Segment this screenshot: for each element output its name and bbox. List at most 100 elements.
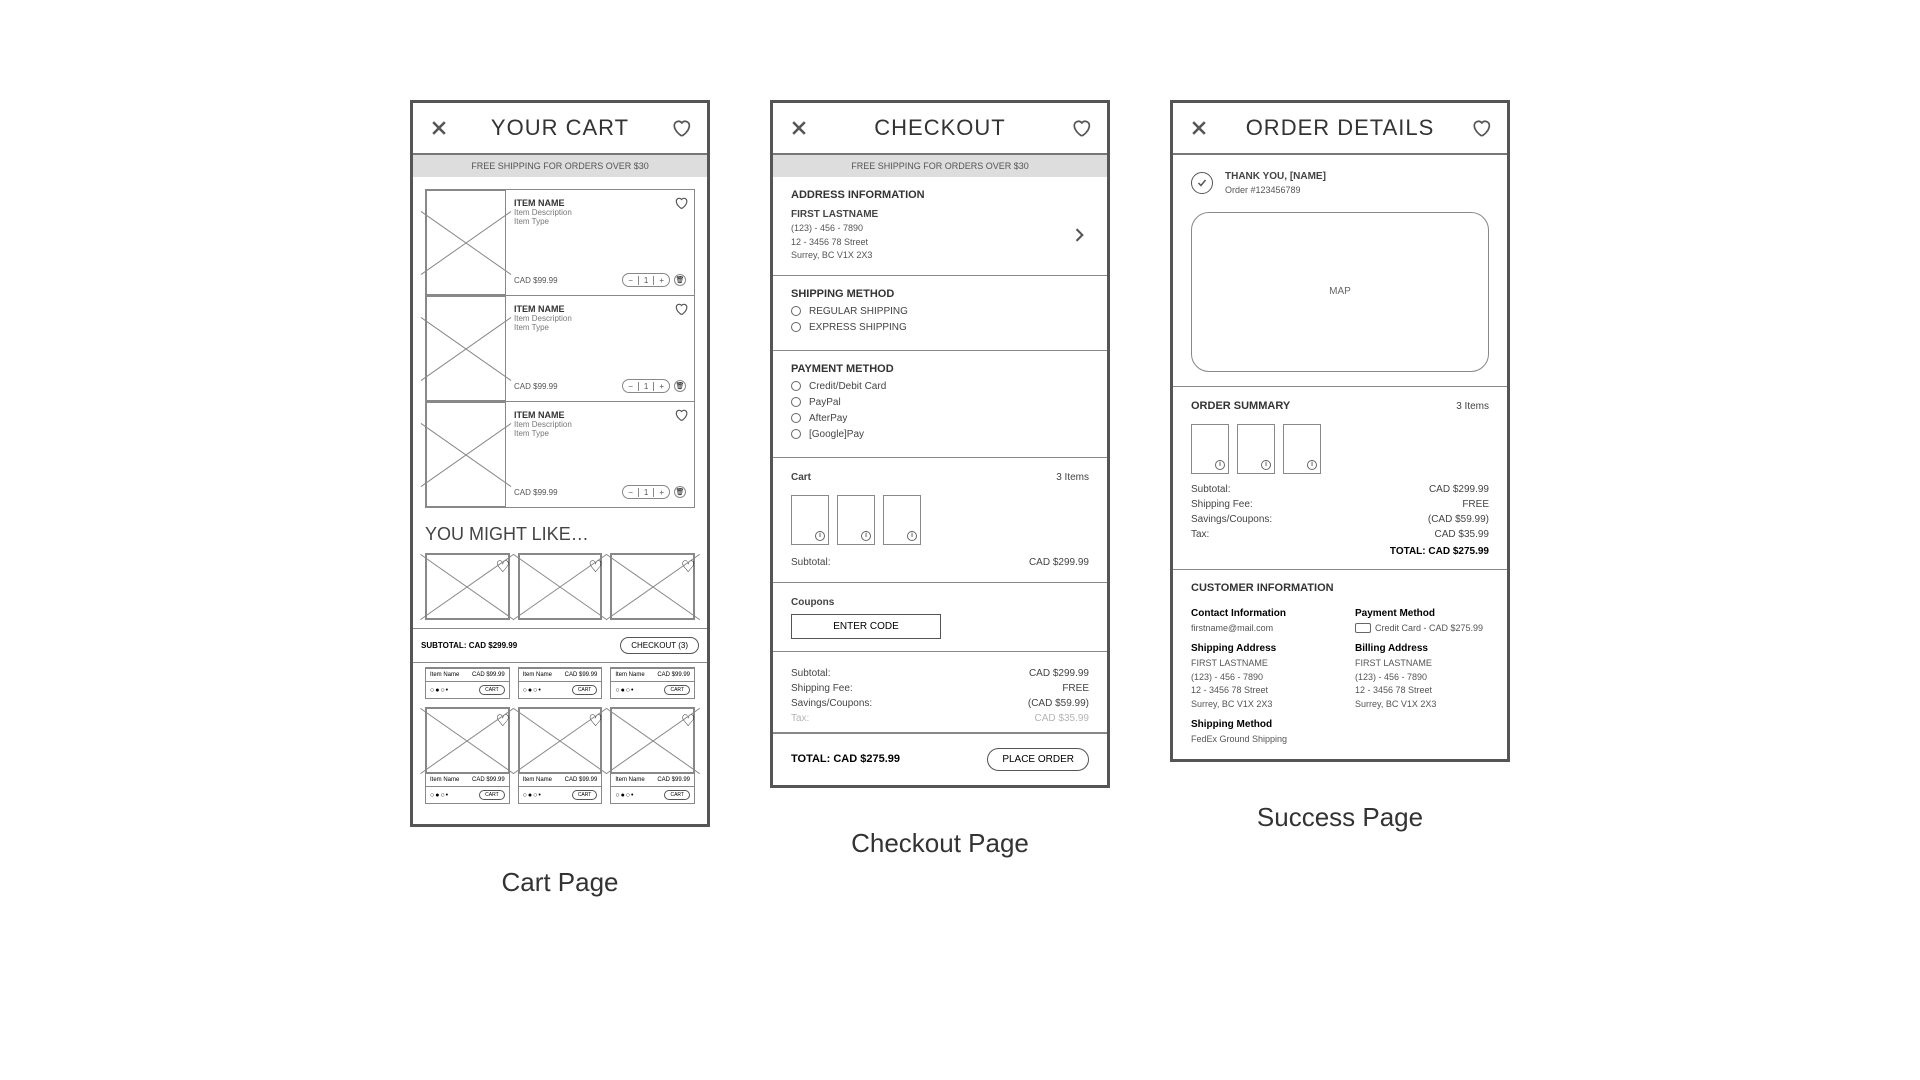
heart-icon[interactable]: ♡ — [681, 711, 691, 721]
heart-icon[interactable] — [674, 196, 688, 210]
heart-icon[interactable] — [674, 302, 688, 316]
heart-icon[interactable] — [674, 408, 688, 422]
billing-address-heading: Billing Address — [1355, 643, 1489, 654]
recommendation-card[interactable]: Item NameCAD $99.99 ○●○•CART — [425, 667, 510, 699]
info-icon[interactable]: i — [1215, 460, 1225, 470]
bill-name: FIRST LASTNAME — [1355, 657, 1489, 671]
total-label: TOTAL: CAD $275.99 — [791, 753, 900, 765]
plus-icon[interactable]: + — [654, 488, 669, 497]
recommendation-card[interactable]: ♡ — [425, 553, 510, 620]
quantity-stepper[interactable]: − 1 + — [622, 379, 670, 393]
credit-card-icon — [1355, 623, 1371, 633]
recommendation-card[interactable]: ♡ Item NameCAD $99.99 ○●○•CART — [425, 707, 510, 804]
heart-icon[interactable]: ♡ — [496, 557, 506, 567]
cart-thumb[interactable]: i — [883, 495, 921, 545]
radio-icon — [791, 397, 801, 407]
item-type: Item Type — [514, 429, 686, 438]
savings-label: Savings/Coupons: — [791, 698, 872, 709]
radio-google-pay[interactable]: [Google]Pay — [791, 429, 1089, 440]
info-icon[interactable]: i — [815, 531, 825, 541]
heart-icon[interactable]: ♡ — [588, 557, 598, 567]
close-icon[interactable] — [429, 118, 449, 138]
shipping-method-section: SHIPPING METHOD REGULAR SHIPPING EXPRESS… — [773, 276, 1107, 351]
coupon-code-input[interactable]: ENTER CODE — [791, 614, 941, 639]
shipping-address-heading: Shipping Address — [1191, 643, 1325, 654]
plus-icon[interactable]: + — [654, 382, 669, 391]
heart-icon[interactable]: ♡ — [681, 557, 691, 567]
cart-btn[interactable]: CART — [664, 790, 690, 800]
item-desc: Item Description — [514, 420, 686, 429]
place-order-button[interactable]: PLACE ORDER — [987, 748, 1089, 771]
thank-you-text: THANK YOU, [NAME] — [1225, 169, 1326, 184]
radio-express-shipping[interactable]: EXPRESS SHIPPING — [791, 322, 1089, 333]
radio-credit-card[interactable]: Credit/Debit Card — [791, 381, 1089, 392]
map-placeholder[interactable]: MAP — [1191, 212, 1489, 372]
recommendation-card[interactable]: ♡ Item NameCAD $99.99 ○●○•CART — [518, 707, 603, 804]
plus-icon[interactable]: + — [654, 276, 669, 285]
customer-city: Surrey, BC V1X 2X3 — [791, 249, 878, 263]
shipping-banner: FREE SHIPPING FOR ORDERS OVER $30 — [413, 155, 707, 177]
total-label: TOTAL: CAD $275.99 — [1390, 546, 1489, 557]
payment-method-section: PAYMENT METHOD Credit/Debit Card PayPal … — [773, 351, 1107, 458]
chevron-right-icon[interactable] — [1069, 225, 1089, 245]
cart-thumb[interactable]: i — [791, 495, 829, 545]
recommendation-card[interactable]: ♡ — [610, 553, 695, 620]
info-icon[interactable]: i — [1261, 460, 1271, 470]
checkout-button[interactable]: CHECKOUT (3) — [620, 637, 699, 654]
heart-icon[interactable] — [1071, 118, 1091, 138]
info-icon[interactable]: i — [861, 531, 871, 541]
cart-thumb[interactable]: i — [837, 495, 875, 545]
heart-icon[interactable] — [1471, 118, 1491, 138]
rec-name: Item Name — [615, 777, 644, 783]
info-icon[interactable]: i — [907, 531, 917, 541]
tax-label: Tax: — [791, 713, 809, 724]
address-section: ADDRESS INFORMATION FIRST LASTNAME (123)… — [773, 177, 1107, 276]
items-count: 3 Items — [1456, 399, 1489, 414]
cart-frame: YOUR CART FREE SHIPPING FOR ORDERS OVER … — [410, 100, 710, 827]
success-header: ORDER DETAILS — [1173, 103, 1507, 155]
shipping-fee-label: Shipping Fee: — [1191, 499, 1253, 510]
savings-value: (CAD $59.99) — [1428, 514, 1489, 525]
cart-btn[interactable]: CART — [572, 790, 598, 800]
minus-icon[interactable]: − — [623, 382, 638, 391]
cart-item: ITEM NAME Item Description Item Type CAD… — [426, 402, 694, 507]
radio-regular-shipping[interactable]: REGULAR SHIPPING — [791, 306, 1089, 317]
recommendation-card[interactable]: ♡ Item NameCAD $99.99 ○●○•CART — [610, 707, 695, 804]
swatches-icon: ○●○• — [430, 792, 449, 799]
swatches-icon: ○●○• — [430, 687, 449, 694]
item-price: CAD $99.99 — [514, 488, 558, 497]
cart-item: ITEM NAME Item Description Item Type CAD… — [426, 296, 694, 402]
cart-btn[interactable]: CART — [572, 685, 598, 695]
radio-paypal[interactable]: PayPal — [791, 397, 1089, 408]
recommendation-card[interactable]: Item NameCAD $99.99 ○●○•CART — [610, 667, 695, 699]
item-desc: Item Description — [514, 208, 686, 217]
close-icon[interactable] — [789, 118, 809, 138]
checkmark-icon — [1191, 172, 1213, 194]
info-icon[interactable]: i — [1307, 460, 1317, 470]
order-thumb[interactable]: i — [1191, 424, 1229, 474]
cart-btn[interactable]: CART — [479, 685, 505, 695]
heart-icon[interactable] — [671, 118, 691, 138]
recommendation-card[interactable]: ♡ — [518, 553, 603, 620]
ship-name: FIRST LASTNAME — [1191, 657, 1325, 671]
trash-icon[interactable]: 🗑 — [674, 380, 686, 392]
order-thumb[interactable]: i — [1283, 424, 1321, 474]
order-thumb[interactable]: i — [1237, 424, 1275, 474]
success-title: ORDER DETAILS — [1246, 115, 1435, 141]
close-icon[interactable] — [1189, 118, 1209, 138]
checkout-caption: Checkout Page — [851, 828, 1029, 859]
radio-afterpay[interactable]: AfterPay — [791, 413, 1089, 424]
quantity-stepper[interactable]: − 1 + — [622, 273, 670, 287]
payment-method-value: Credit Card - CAD $275.99 — [1375, 623, 1483, 633]
heart-icon[interactable]: ♡ — [496, 711, 506, 721]
cart-btn[interactable]: CART — [479, 790, 505, 800]
quantity-stepper[interactable]: − 1 + — [622, 485, 670, 499]
recommendation-card[interactable]: Item NameCAD $99.99 ○●○•CART — [518, 667, 603, 699]
minus-icon[interactable]: − — [623, 276, 638, 285]
ship-street: 12 - 3456 78 Street — [1191, 684, 1325, 698]
trash-icon[interactable]: 🗑 — [674, 486, 686, 498]
trash-icon[interactable]: 🗑 — [674, 274, 686, 286]
heart-icon[interactable]: ♡ — [588, 711, 598, 721]
cart-btn[interactable]: CART — [664, 685, 690, 695]
minus-icon[interactable]: − — [623, 488, 638, 497]
